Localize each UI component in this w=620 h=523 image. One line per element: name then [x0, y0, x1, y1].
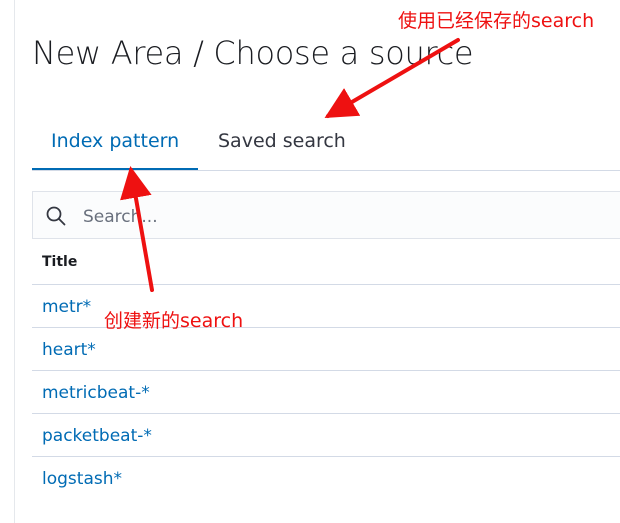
source-link[interactable]: metr* [42, 297, 91, 317]
source-tabs: Index pattern Saved search [32, 114, 620, 171]
table-row: heart* [32, 328, 620, 371]
source-link[interactable]: heart* [42, 340, 96, 360]
source-link[interactable]: logstash* [42, 469, 122, 489]
search-icon [46, 206, 66, 226]
tab-index-pattern[interactable]: Index pattern [32, 114, 198, 170]
source-link[interactable]: metricbeat-* [42, 383, 150, 403]
annotation-saved-search: 使用已经保存的search [398, 10, 595, 32]
search-box [32, 191, 620, 239]
column-header-title[interactable]: Title [32, 242, 620, 285]
table-row: metricbeat-* [32, 371, 620, 414]
source-link[interactable]: packetbeat-* [42, 426, 152, 446]
search-input[interactable] [81, 202, 605, 232]
annotation-new-search: 创建新的search [104, 310, 244, 332]
tab-saved-search[interactable]: Saved search [218, 114, 346, 169]
table-row: packetbeat-* [32, 414, 620, 457]
source-table: Title metr* heart* metricbeat-* packetbe… [32, 242, 620, 499]
page-title: New Area / Choose a source [32, 34, 474, 72]
table-row: logstash* [32, 457, 620, 499]
